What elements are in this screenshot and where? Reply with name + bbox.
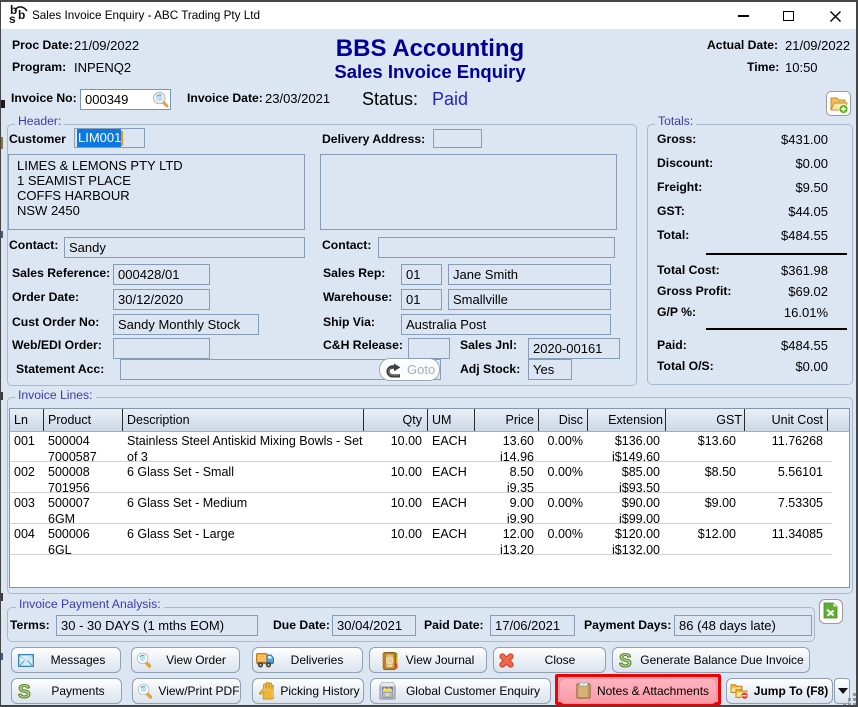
svg-text:S: S bbox=[619, 651, 632, 670]
svg-text:S: S bbox=[18, 682, 31, 701]
